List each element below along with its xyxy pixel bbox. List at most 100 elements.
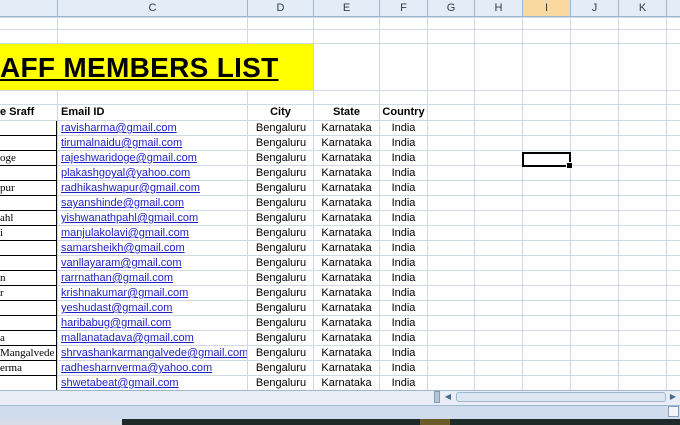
table-row[interactable]: oge rajeshwaridoge@gmail.com Bengaluru K… [0, 151, 680, 166]
table-row[interactable]: yeshudast@gmail.com Bengaluru Karnataka … [0, 301, 680, 316]
state-cell[interactable]: Karnataka [314, 376, 379, 390]
name-cell[interactable]: pur [0, 181, 57, 196]
tab-split-handle[interactable] [434, 391, 440, 403]
state-cell[interactable]: Karnataka [314, 181, 379, 196]
city-cell[interactable]: Bengaluru [249, 271, 313, 286]
table-row[interactable]: haribabug@gmail.com Bengaluru Karnataka … [0, 316, 680, 331]
email-link[interactable]: radhesharnverma@yahoo.com [61, 361, 247, 376]
column-header-g[interactable]: G [428, 0, 475, 16]
active-cell-cursor[interactable] [522, 152, 573, 169]
state-cell[interactable]: Karnataka [314, 211, 379, 226]
city-cell[interactable]: Bengaluru [249, 136, 313, 151]
country-cell[interactable]: India [380, 361, 427, 376]
city-cell[interactable]: Bengaluru [249, 121, 313, 136]
state-cell[interactable]: Karnataka [314, 316, 379, 331]
name-cell[interactable]: n [0, 271, 57, 286]
table-row[interactable]: sayanshinde@gmail.com Bengaluru Karnatak… [0, 196, 680, 211]
country-cell[interactable]: India [380, 271, 427, 286]
table-row[interactable]: tirumalnaidu@gmail.com Bengaluru Karnata… [0, 136, 680, 151]
country-cell[interactable]: India [380, 316, 427, 331]
country-cell[interactable]: India [380, 331, 427, 346]
country-cell[interactable]: India [380, 136, 427, 151]
state-cell[interactable]: Karnataka [314, 301, 379, 316]
name-cell[interactable]: Mangalvede [0, 346, 57, 361]
city-cell[interactable]: Bengaluru [249, 211, 313, 226]
worksheet-grid[interactable]: AFF MEMBERS LIST e Sraff Email ID City S… [0, 17, 680, 390]
email-link[interactable]: rarrnathan@gmail.com [61, 271, 247, 286]
column-header-k[interactable]: K [619, 0, 667, 16]
state-cell[interactable]: Karnataka [314, 136, 379, 151]
city-cell[interactable]: Bengaluru [249, 196, 313, 211]
header-city[interactable]: City [248, 105, 313, 120]
state-cell[interactable]: Karnataka [314, 121, 379, 136]
header-email[interactable]: Email ID [61, 105, 247, 120]
sheet-title[interactable]: AFF MEMBERS LIST [0, 51, 279, 85]
table-row[interactable]: a mallanatadava@gmail.com Bengaluru Karn… [0, 331, 680, 346]
table-row[interactable]: shwetabeat@gmail.com Bengaluru Karnataka… [0, 376, 680, 390]
name-cell[interactable]: a [0, 331, 57, 346]
email-link[interactable]: manjulakolavi@gmail.com [61, 226, 247, 241]
state-cell[interactable]: Karnataka [314, 241, 379, 256]
name-cell[interactable] [0, 376, 57, 390]
email-link[interactable]: samarsheikh@gmail.com [61, 241, 247, 256]
state-cell[interactable]: Karnataka [314, 361, 379, 376]
table-row[interactable]: ravisharma@gmail.com Bengaluru Karnataka… [0, 121, 680, 136]
name-cell[interactable] [0, 136, 57, 151]
country-cell[interactable]: India [380, 166, 427, 181]
country-cell[interactable]: India [380, 301, 427, 316]
city-cell[interactable]: Bengaluru [249, 181, 313, 196]
name-cell[interactable]: erma [0, 361, 57, 376]
city-cell[interactable]: Bengaluru [249, 166, 313, 181]
email-link[interactable]: mallanatadava@gmail.com [61, 331, 247, 346]
header-name[interactable]: e Sraff [0, 105, 57, 120]
column-header-c[interactable]: C [58, 0, 248, 16]
table-row[interactable]: i manjulakolavi@gmail.com Bengaluru Karn… [0, 226, 680, 241]
state-cell[interactable]: Karnataka [314, 331, 379, 346]
table-row[interactable]: erma radhesharnverma@yahoo.com Bengaluru… [0, 361, 680, 376]
name-cell[interactable]: oge [0, 151, 57, 166]
country-cell[interactable]: India [380, 226, 427, 241]
name-cell[interactable]: i [0, 226, 57, 241]
table-row[interactable]: samarsheikh@gmail.com Bengaluru Karnatak… [0, 241, 680, 256]
name-cell[interactable] [0, 166, 57, 181]
table-row[interactable]: n rarrnathan@gmail.com Bengaluru Karnata… [0, 271, 680, 286]
country-cell[interactable]: India [380, 256, 427, 271]
email-link[interactable]: shrvashankarmangalvede@gmail.com [61, 346, 247, 361]
country-cell[interactable]: India [380, 241, 427, 256]
column-header-partial[interactable] [0, 0, 58, 16]
name-cell[interactable] [0, 301, 57, 316]
page-layout-icon[interactable] [668, 406, 679, 417]
header-country[interactable]: Country [380, 105, 427, 120]
country-cell[interactable]: India [380, 196, 427, 211]
scroll-right-icon[interactable]: ▶ [667, 391, 679, 403]
country-cell[interactable]: India [380, 181, 427, 196]
state-cell[interactable]: Karnataka [314, 196, 379, 211]
table-row[interactable]: pur radhikashwapur@gmail.com Bengaluru K… [0, 181, 680, 196]
state-cell[interactable]: Karnataka [314, 271, 379, 286]
name-cell[interactable] [0, 256, 57, 271]
name-cell[interactable]: ahl [0, 211, 57, 226]
country-cell[interactable]: India [380, 376, 427, 390]
name-cell[interactable] [0, 196, 57, 211]
name-cell[interactable] [0, 121, 57, 136]
scrollbar-thumb[interactable] [456, 392, 666, 402]
column-header-j[interactable]: J [571, 0, 619, 16]
table-row[interactable]: ahl yishwanathpahl@gmail.com Bengaluru K… [0, 211, 680, 226]
table-row[interactable]: Mangalvede shrvashankarmangalvede@gmail.… [0, 346, 680, 361]
email-link[interactable]: shwetabeat@gmail.com [61, 376, 247, 390]
email-link[interactable]: plakashgoyal@yahoo.com [61, 166, 247, 181]
column-header-e[interactable]: E [314, 0, 380, 16]
country-cell[interactable]: India [380, 151, 427, 166]
name-cell[interactable] [0, 316, 57, 331]
country-cell[interactable]: India [380, 346, 427, 361]
column-header-d[interactable]: D [248, 0, 314, 16]
email-link[interactable]: haribabug@gmail.com [61, 316, 247, 331]
email-link[interactable]: yishwanathpahl@gmail.com [61, 211, 247, 226]
column-header-h[interactable]: H [475, 0, 523, 16]
table-row[interactable]: r krishnakumar@gmail.com Bengaluru Karna… [0, 286, 680, 301]
email-link[interactable]: rajeshwaridoge@gmail.com [61, 151, 247, 166]
scroll-left-icon[interactable]: ◀ [442, 391, 454, 403]
state-cell[interactable]: Karnataka [314, 166, 379, 181]
city-cell[interactable]: Bengaluru [249, 361, 313, 376]
email-link[interactable]: krishnakumar@gmail.com [61, 286, 247, 301]
